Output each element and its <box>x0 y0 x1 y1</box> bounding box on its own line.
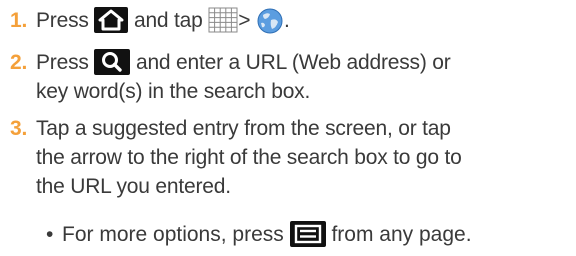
step-text-continued: the arrow to the right of the search box… <box>36 146 462 169</box>
search-key-icon <box>94 49 131 75</box>
step-text: > <box>238 9 251 32</box>
step-text: Tap a suggested entry from the screen, o… <box>36 117 451 140</box>
bullet-item: • For more options, press from any page. <box>46 220 472 249</box>
step-1: 1. Press and tap > . <box>10 6 290 41</box>
home-key-icon <box>94 7 129 33</box>
step-text-continued: the URL you entered. <box>36 175 231 198</box>
applications-grid-icon <box>208 7 238 41</box>
step-3: 3. Tap a suggested entry from the screen,… <box>10 114 462 201</box>
instructions-document: 1. Press and tap > . 2. Press and enter … <box>0 0 576 256</box>
step-text-continued: key word(s) in the search box. <box>36 80 311 103</box>
step-text: and tap <box>133 9 203 32</box>
bullet-text: from any page. <box>331 223 472 246</box>
bullet-symbol: • <box>46 223 54 246</box>
internet-globe-icon <box>256 7 284 41</box>
step-2: 2. Press and enter a URL (Web address) or… <box>10 48 451 106</box>
step-number: 1. <box>10 9 28 32</box>
bullet-text: For more options, press <box>62 223 284 246</box>
step-number: 2. <box>10 51 28 74</box>
menu-key-icon <box>289 221 326 247</box>
step-text: Press <box>36 51 89 74</box>
step-number: 3. <box>10 117 28 140</box>
step-text: and enter a URL (Web address) or <box>135 51 451 74</box>
step-text: . <box>284 9 290 32</box>
step-text: Press <box>36 9 89 32</box>
